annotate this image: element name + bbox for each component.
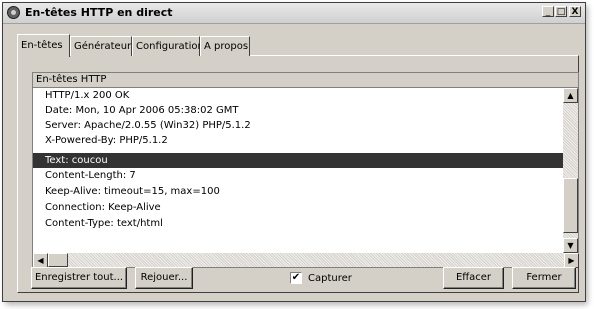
list-item[interactable]: Content-Length: 7 bbox=[33, 168, 563, 183]
window-title: En-têtes HTTP en direct bbox=[25, 6, 173, 19]
maximize-button[interactable]: □ bbox=[555, 6, 567, 17]
list-item[interactable]: Server: Apache/2.0.55 (Win32) PHP/5.1.2 bbox=[33, 118, 563, 133]
list-item[interactable]: HTTP/1.x 200 OK bbox=[33, 88, 563, 103]
scroll-left-arrow-icon[interactable]: ◀ bbox=[33, 253, 48, 268]
list-item[interactable]: Connection: Keep-Alive bbox=[33, 200, 563, 215]
vertical-scrollbar[interactable]: ▲ ▼ bbox=[563, 88, 578, 253]
tab-generator[interactable]: Générateur bbox=[70, 36, 132, 56]
horizontal-scroll-thumb[interactable] bbox=[48, 253, 68, 267]
vertical-scroll-thumb[interactable] bbox=[563, 178, 578, 233]
list-item-selected[interactable]: Text: coucou bbox=[33, 153, 563, 168]
capture-checkbox[interactable]: ✔ bbox=[290, 272, 302, 284]
list-item[interactable]: Content-Type: text/html bbox=[33, 216, 563, 231]
list-item[interactable]: Date: Mon, 10 Apr 2006 05:38:02 GMT bbox=[33, 103, 563, 118]
scroll-down-arrow-icon[interactable]: ▼ bbox=[563, 238, 578, 253]
scroll-up-arrow-icon[interactable]: ▲ bbox=[563, 88, 578, 103]
clear-button[interactable]: Effacer bbox=[443, 267, 504, 289]
capture-label[interactable]: Capturer bbox=[308, 272, 352, 285]
minimize-button[interactable]: _ bbox=[542, 6, 554, 17]
list-item[interactable]: Keep-Alive: timeout=15, max=100 bbox=[33, 184, 563, 199]
tab-headers[interactable]: En-têtes bbox=[17, 34, 70, 57]
list-item[interactable]: X-Powered-By: PHP/5.1.2 bbox=[33, 133, 563, 148]
close-button[interactable]: Fermer bbox=[512, 267, 576, 289]
save-all-button[interactable]: Enregistrer tout... bbox=[31, 267, 127, 289]
tab-configuration[interactable]: Configuration bbox=[132, 36, 204, 56]
horizontal-scrollbar[interactable]: ◀ ▶ bbox=[32, 253, 579, 268]
close-window-button[interactable]: X bbox=[569, 6, 581, 17]
app-icon bbox=[7, 6, 20, 19]
replay-button[interactable]: Rejouer... bbox=[135, 267, 193, 289]
tab-about[interactable]: A propos bbox=[200, 36, 250, 56]
title-bar[interactable]: En-têtes HTTP en direct _ □ X bbox=[3, 3, 585, 24]
list-column-header[interactable]: En-têtes HTTP bbox=[33, 73, 578, 88]
headers-list[interactable]: En-têtes HTTP HTTP/1.x 200 OK Date: Mon,… bbox=[32, 72, 579, 254]
scroll-right-arrow-icon[interactable]: ▶ bbox=[564, 253, 579, 268]
